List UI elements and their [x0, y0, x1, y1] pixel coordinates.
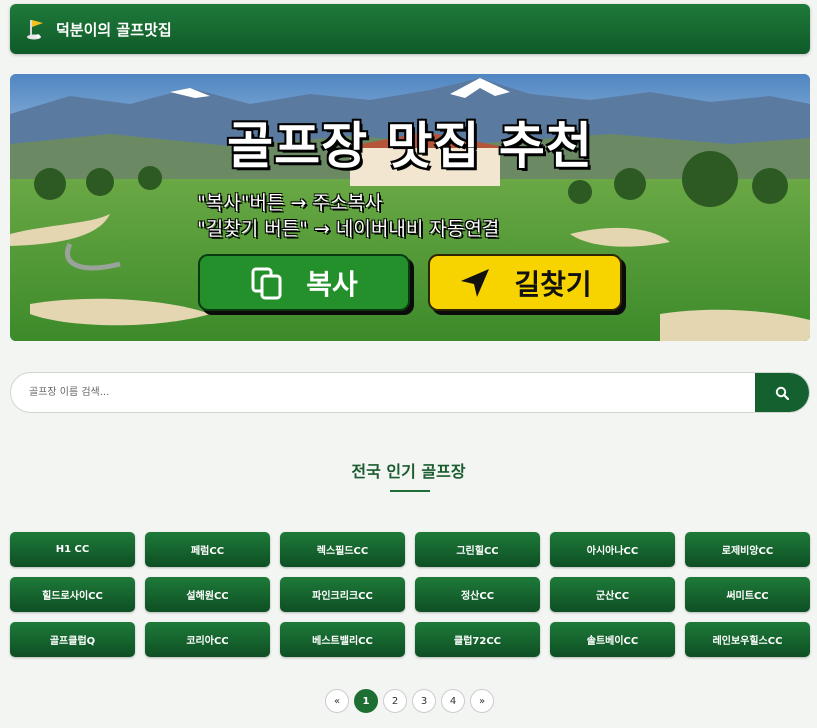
golf-flag-icon [27, 20, 43, 40]
hero-banner: 골프장 맛집 추천 "복사"버튼 → 주소복사 "길찾기 버튼" → 네이버내비… [10, 74, 810, 341]
course-button[interactable]: 힐드로사이CC [10, 577, 135, 612]
pagination-page-1[interactable]: 1 [354, 689, 378, 713]
course-button[interactable]: 레인보우힐스CC [685, 622, 810, 657]
pagination-prev-button[interactable]: « [325, 689, 349, 713]
pagination: « 1 2 3 4 » [325, 689, 494, 713]
course-button[interactable]: 페럼CC [145, 532, 270, 567]
pagination-page-2[interactable]: 2 [383, 689, 407, 713]
course-grid: H1 CC 페럼CC 렉스필드CC 그린힐CC 아시아나CC 로제비앙CC 힐드… [10, 532, 810, 657]
section-title: 전국 인기 골프장 [351, 462, 466, 481]
banner-copy-button[interactable]: 복사 [198, 254, 410, 311]
course-button[interactable]: 골프클럽Q [10, 622, 135, 657]
site-title[interactable]: 덕분이의 골프맛집 [56, 19, 172, 40]
course-button[interactable]: 설해원CC [145, 577, 270, 612]
course-button[interactable]: 아시아나CC [550, 532, 675, 567]
course-button[interactable]: 코리아CC [145, 622, 270, 657]
course-button[interactable]: 파인크리크CC [280, 577, 405, 612]
course-button[interactable]: 렉스필드CC [280, 532, 405, 567]
navigation-arrow-icon [461, 268, 490, 297]
directions-label: 길찾기 [514, 267, 592, 301]
course-button[interactable]: 정산CC [415, 577, 540, 612]
copy-label: 복사 [306, 267, 358, 301]
banner-directions-button[interactable]: 길찾기 [428, 254, 622, 311]
course-button[interactable]: 로제비앙CC [685, 532, 810, 567]
search-bar [10, 372, 810, 413]
course-button[interactable]: 그린힐CC [415, 532, 540, 567]
pagination-page-4[interactable]: 4 [441, 689, 465, 713]
course-button[interactable]: 군산CC [550, 577, 675, 612]
course-button[interactable]: 클럽72CC [415, 622, 540, 657]
search-input[interactable] [11, 373, 755, 412]
search-icon [775, 386, 789, 400]
course-button[interactable]: 써미트CC [685, 577, 810, 612]
course-button[interactable]: 베스트밸리CC [280, 622, 405, 657]
site-header: 덕분이의 골프맛집 [10, 4, 810, 54]
section-underline [390, 490, 430, 492]
search-button[interactable] [755, 373, 809, 412]
banner-copy-instruction: "복사"버튼 → 주소복사 [197, 192, 383, 214]
pagination-page-3[interactable]: 3 [412, 689, 436, 713]
copy-icon [251, 267, 282, 299]
banner-nav-instruction: "길찾기 버튼" → 네이버내비 자동연결 [197, 218, 500, 240]
banner-headline: 골프장 맛집 추천 [227, 117, 593, 175]
pagination-next-button[interactable]: » [470, 689, 494, 713]
course-button[interactable]: H1 CC [10, 532, 135, 567]
course-button[interactable]: 솔트베이CC [550, 622, 675, 657]
